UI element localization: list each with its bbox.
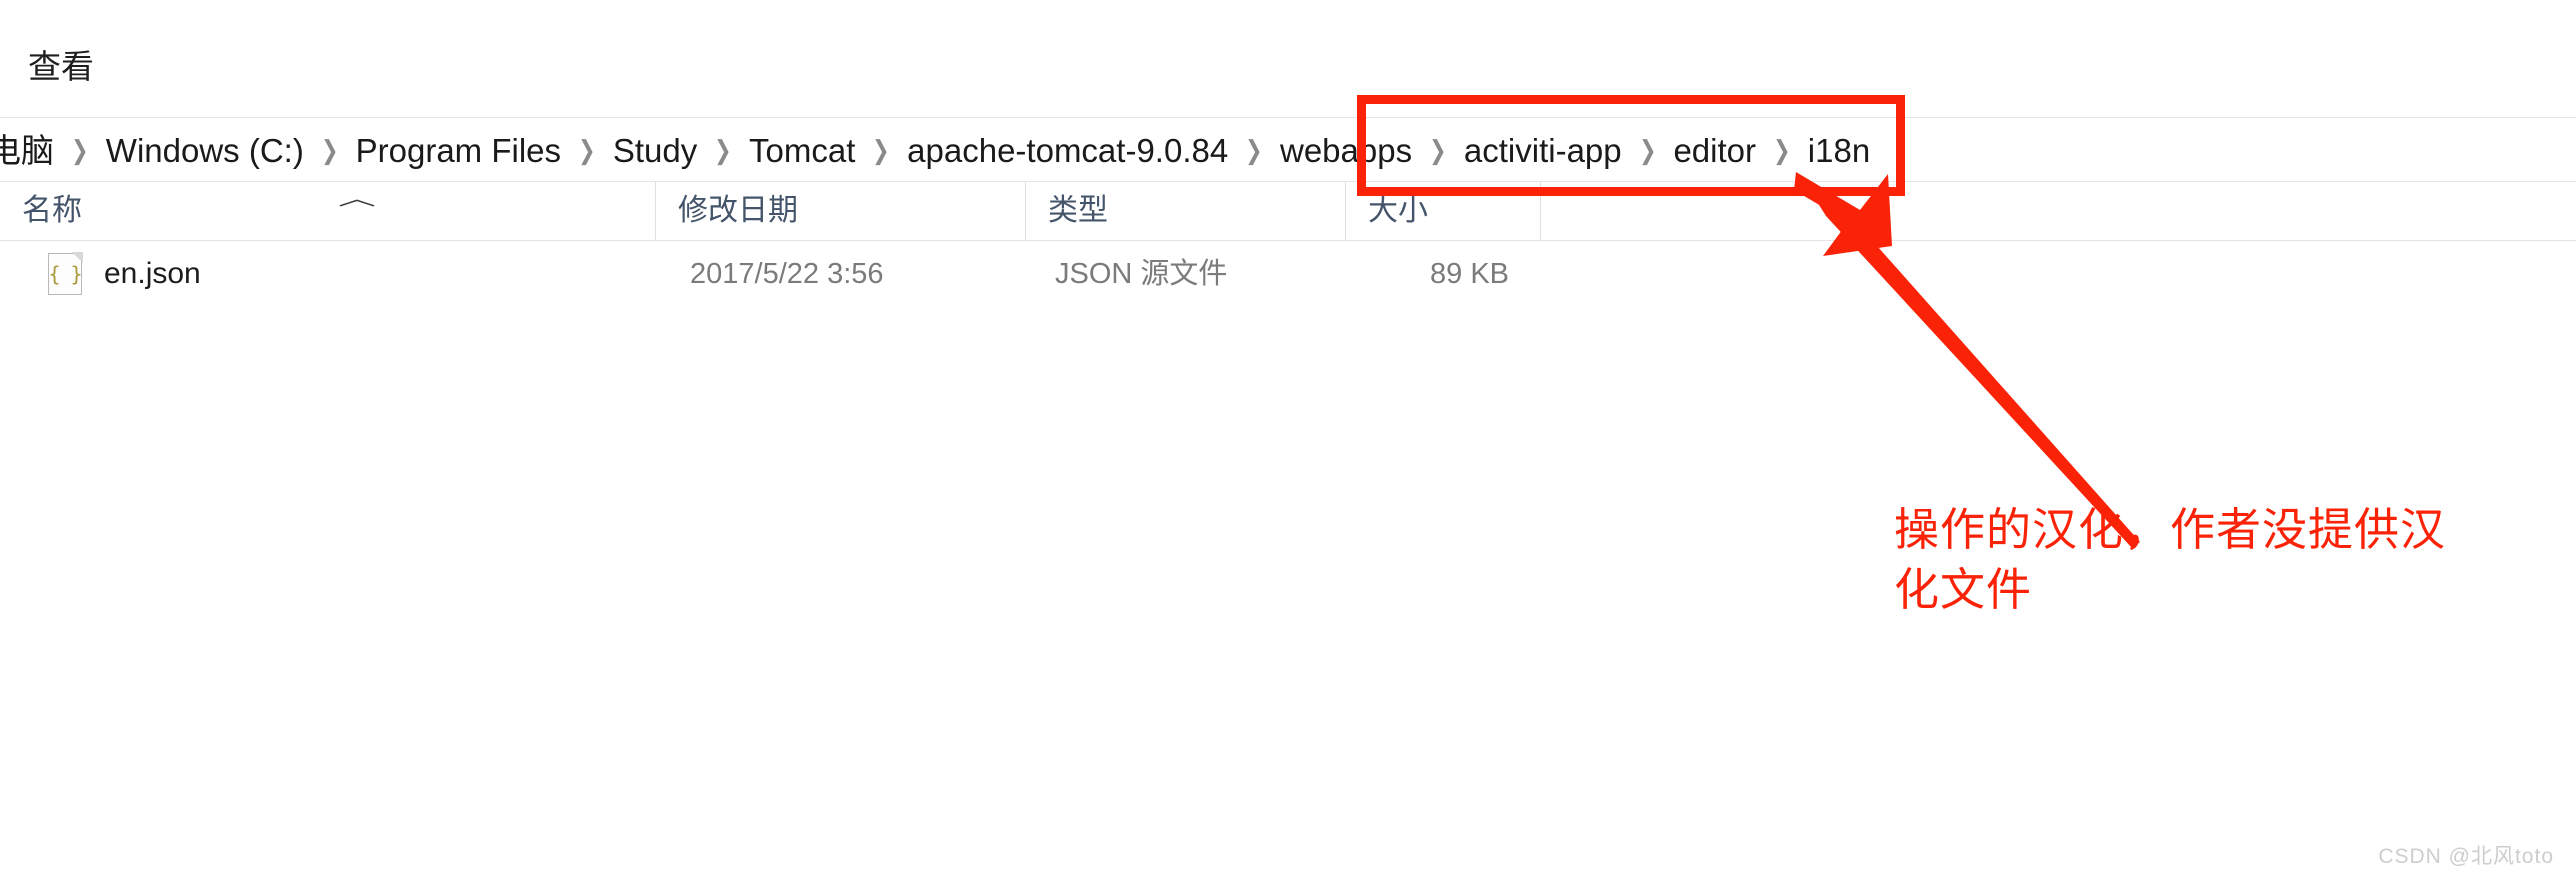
- json-file-icon: { }: [48, 252, 83, 295]
- column-header-type[interactable]: 类型: [1025, 182, 1345, 240]
- breadcrumb-separator-icon: ❯: [1773, 134, 1791, 165]
- breadcrumb-separator-icon: ❯: [872, 134, 890, 165]
- breadcrumb-separator-icon: ❯: [714, 134, 732, 165]
- file-date-modified-label: 2017/5/22 3:56: [690, 257, 884, 290]
- menu-item-view[interactable]: 查看: [28, 50, 94, 83]
- annotation-note: 操作的汉化，作者没提供汉 化文件: [1894, 500, 2554, 620]
- ribbon-bar: 查看: [0, 0, 2576, 118]
- breadcrumb-item-study[interactable]: Study: [611, 130, 699, 171]
- file-name-label: en.json: [104, 257, 201, 290]
- breadcrumb-item-tomcat[interactable]: Tomcat: [747, 130, 857, 171]
- column-header-name[interactable]: 名称: [0, 182, 655, 240]
- sort-ascending-caret-icon[interactable]: ︿: [335, 189, 379, 209]
- breadcrumb-separator-icon: ❯: [71, 134, 89, 165]
- breadcrumb-separator-icon: ❯: [578, 134, 596, 165]
- breadcrumb-item-电脑[interactable]: 电脑: [0, 130, 56, 171]
- file-size-cell: 89 KB: [1430, 241, 1509, 307]
- column-header-size-label: 大小: [1368, 194, 1428, 227]
- breadcrumb-item-activiti-app[interactable]: activiti-app: [1462, 130, 1624, 171]
- annotation-note-line-1: 操作的汉化，作者没提供汉: [1894, 504, 2447, 555]
- breadcrumb-separator-icon: ❯: [321, 134, 339, 165]
- breadcrumb-separator-icon: ❯: [1245, 134, 1263, 165]
- file-list[interactable]: { } en.json 2017/5/22 3:56 JSON 源文件 89 K…: [0, 241, 2576, 307]
- breadcrumb-item-apache-tomcat-9-0-84[interactable]: apache-tomcat-9.0.84: [905, 130, 1230, 171]
- file-date-modified-cell: 2017/5/22 3:56: [690, 241, 884, 307]
- breadcrumb-item-editor[interactable]: editor: [1671, 130, 1758, 171]
- breadcrumb-separator-icon: ❯: [1638, 134, 1657, 165]
- column-header-row: 名称 修改日期 类型 大小: [0, 182, 2576, 240]
- table-row[interactable]: { } en.json 2017/5/22 3:56 JSON 源文件 89 K…: [0, 241, 2576, 307]
- watermark: CSDN @北风toto: [2378, 845, 2554, 868]
- breadcrumb-separator-icon: ❯: [1429, 134, 1447, 165]
- column-header-type-label: 类型: [1048, 194, 1108, 227]
- address-bar[interactable]: 电脑 ❯ Windows (C:) ❯ Program Files ❯ Study ❯ Tomc…: [0, 118, 2576, 182]
- file-type-cell: JSON 源文件: [1055, 241, 1227, 307]
- column-header-end-divider: [1540, 182, 1550, 240]
- column-header-size[interactable]: 大小: [1345, 182, 1540, 240]
- column-header-date-modified-label: 修改日期: [678, 194, 798, 227]
- annotation-note-line-2: 化文件: [1894, 563, 2033, 615]
- breadcrumb-item-i18n[interactable]: i18n: [1806, 130, 1872, 171]
- breadcrumb-item-webapps[interactable]: webapps: [1278, 130, 1414, 171]
- file-name-cell[interactable]: { } en.json: [48, 241, 201, 307]
- column-header-name-label: 名称: [22, 194, 82, 227]
- breadcrumb-item-windows-c[interactable]: Windows (C:): [104, 130, 306, 171]
- file-type-label: JSON 源文件: [1055, 257, 1228, 290]
- file-size-label: 89 KB: [1430, 257, 1509, 290]
- column-header-date-modified[interactable]: 修改日期: [655, 182, 1025, 240]
- breadcrumb-item-program-files[interactable]: Program Files: [354, 130, 563, 171]
- json-file-icon-glyph: { }: [48, 262, 82, 286]
